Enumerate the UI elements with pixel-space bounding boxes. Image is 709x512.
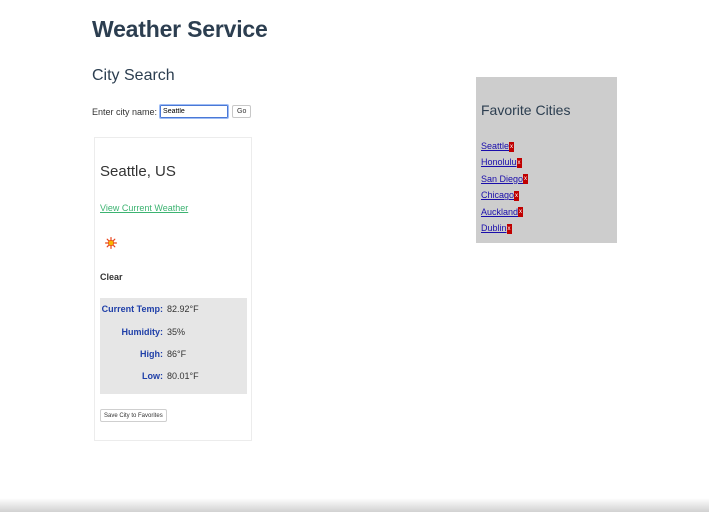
favorite-city-link[interactable]: Auckland <box>481 207 518 217</box>
favorite-city-link[interactable]: Chicago <box>481 190 514 200</box>
weather-condition: Clear <box>100 272 123 282</box>
favorite-city-link[interactable]: Seattle <box>481 141 509 151</box>
remove-favorite-button[interactable]: x <box>514 190 520 201</box>
view-current-weather-link[interactable]: View Current Weather <box>100 203 188 213</box>
go-button[interactable]: Go <box>232 105 252 118</box>
favorite-item: San Diegox <box>481 174 529 190</box>
high-row: High: 86°F <box>100 349 247 361</box>
favorite-item: Seattlex <box>481 141 528 157</box>
detail-value: 80.01°F <box>167 371 199 381</box>
remove-favorite-button[interactable]: x <box>506 223 512 234</box>
app-title: Weather Service <box>92 16 268 42</box>
current-temp-row: Current Temp: 82.92°F <box>100 304 247 316</box>
detail-label: Current Temp: <box>101 304 163 314</box>
detail-label: Humidity: <box>121 327 164 337</box>
city-name-label: Enter city name: <box>92 106 158 117</box>
detail-label: Low: <box>142 371 163 381</box>
detail-value: 86°F <box>167 349 187 359</box>
favorites-list: Seattlex Honolulux San Diegox Chicagox A… <box>481 141 529 239</box>
remove-favorite-button[interactable]: x <box>518 207 524 218</box>
search-row: Enter city name: Go <box>92 104 252 119</box>
remove-favorite-button[interactable]: x <box>509 141 515 152</box>
save-city-button[interactable]: Save City to Favorites <box>100 409 167 422</box>
window-bottom-shadow <box>0 498 709 512</box>
favorite-item: Aucklandx <box>481 207 528 223</box>
favorite-item: Chicagox <box>481 190 528 206</box>
humidity-row: Humidity: 35% <box>100 327 247 339</box>
detail-label: High: <box>140 349 163 359</box>
city-search-input[interactable] <box>159 104 230 119</box>
favorites-title: Favorite Cities <box>481 102 571 118</box>
favorite-city-link[interactable]: Dublin <box>481 223 507 233</box>
favorite-city-link[interactable]: San Diego <box>481 174 523 184</box>
favorite-city-link[interactable]: Honolulu <box>481 157 517 167</box>
weather-details: Current Temp: 82.92°F Humidity: 35% High… <box>100 298 247 394</box>
sun-icon <box>105 237 117 249</box>
favorite-item: Honolulux <box>481 157 528 173</box>
favorite-item: Dublinx <box>481 223 528 239</box>
detail-value: 35% <box>167 327 186 337</box>
city-name: Seattle, US <box>100 163 176 180</box>
remove-favorite-button[interactable]: x <box>516 158 522 169</box>
detail-value: 82.92°F <box>167 304 199 314</box>
favorites-panel: Favorite Cities Seattlex Honolulux San D… <box>476 77 617 243</box>
weather-card: Seattle, US View Current Weather Clear C… <box>94 137 252 441</box>
low-row: Low: 80.01°F <box>100 371 247 383</box>
remove-favorite-button[interactable]: x <box>523 174 529 185</box>
city-search-title: City Search <box>92 67 175 84</box>
